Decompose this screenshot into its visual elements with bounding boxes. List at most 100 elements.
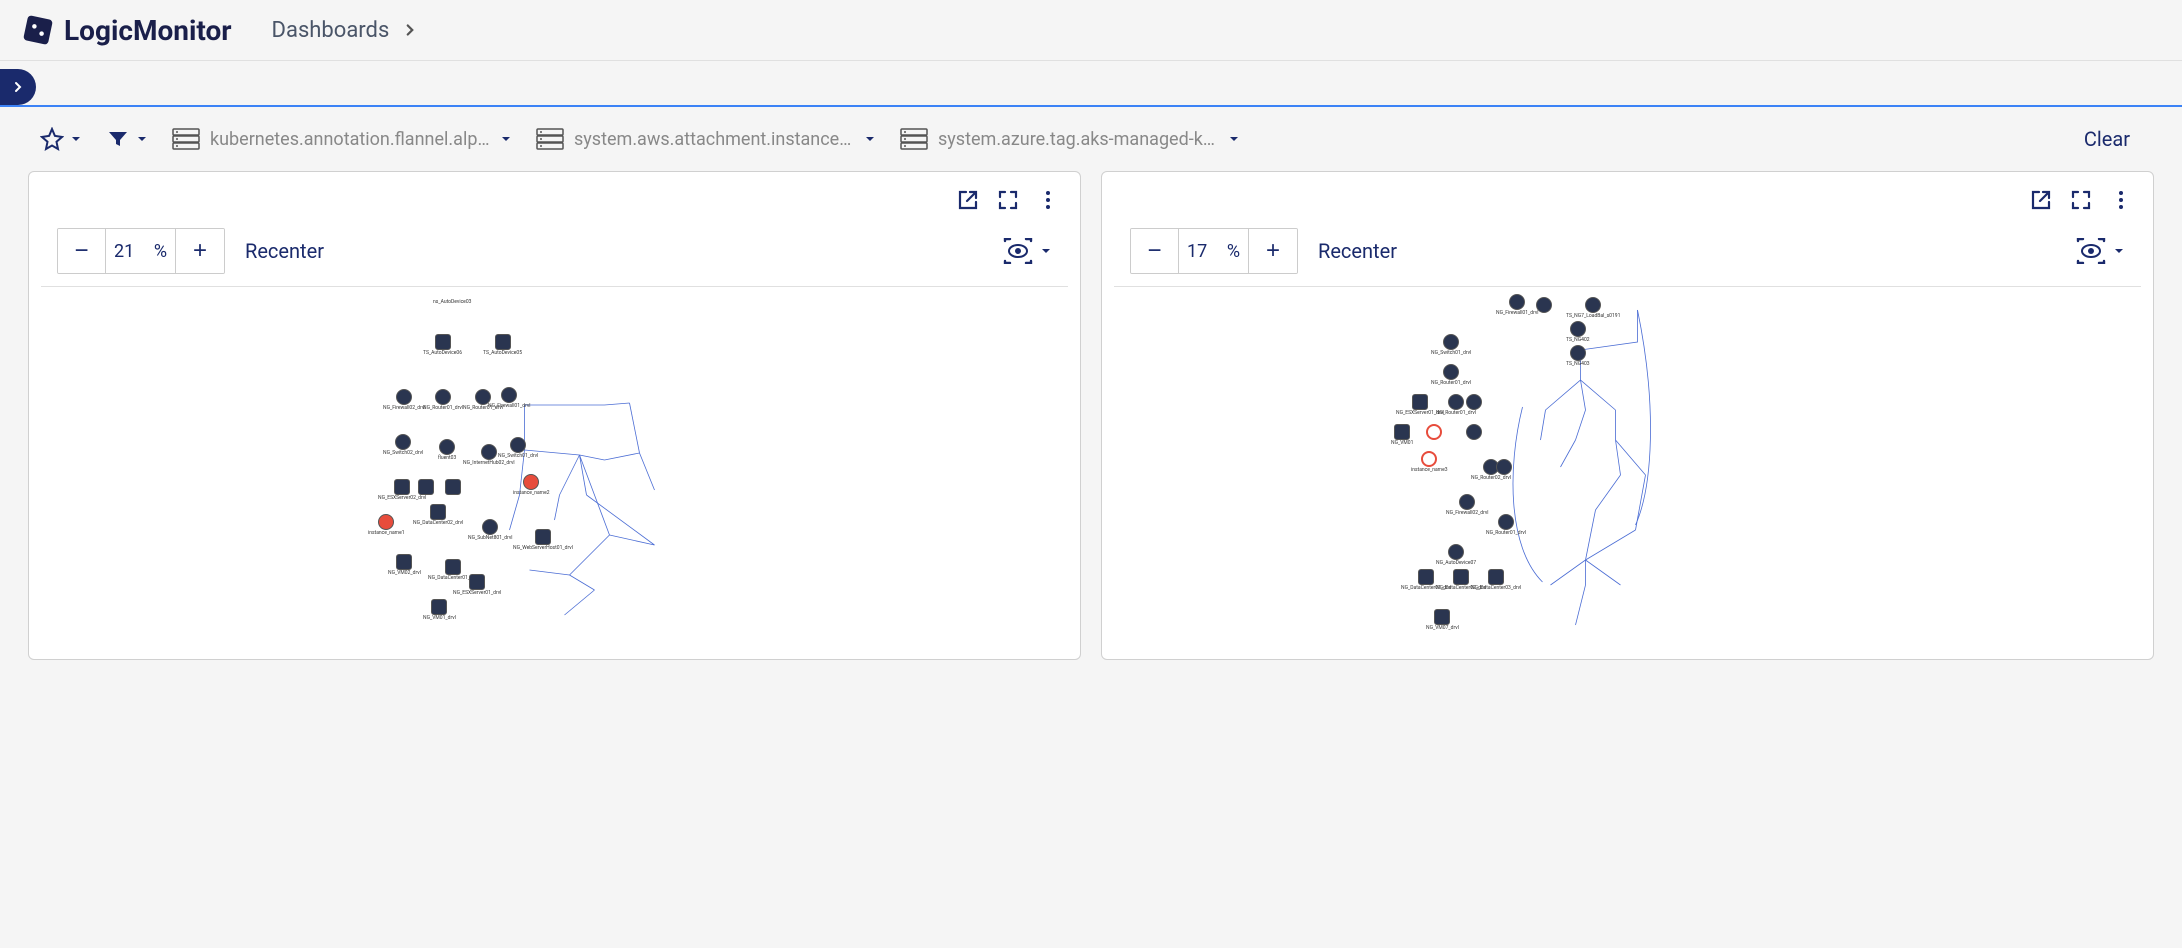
- topology-node[interactable]: instance_name1: [368, 514, 405, 536]
- logicmonitor-icon: [20, 12, 56, 48]
- more-icon[interactable]: [1036, 188, 1060, 212]
- brand-logo[interactable]: LogicMonitor: [20, 12, 232, 48]
- eye-focus-icon: [1002, 238, 1034, 264]
- filter-toolbar: kubernetes.annotation.flannel.alph... sy…: [0, 107, 2182, 171]
- topology-node[interactable]: [1496, 459, 1512, 475]
- open-external-icon[interactable]: [956, 188, 980, 212]
- node-label: NG_VM02_drvl: [388, 570, 421, 576]
- fullscreen-icon[interactable]: [996, 188, 1020, 212]
- topology-node[interactable]: NG_Switch02_drvl: [383, 434, 423, 456]
- filter-dropdown[interactable]: [106, 127, 148, 151]
- topology-node[interactable]: NG_AutoDevice07: [1436, 544, 1476, 566]
- node-label: NG_VM07_drvl: [1426, 625, 1459, 631]
- favorite-dropdown[interactable]: [40, 127, 82, 151]
- topology-node[interactable]: NG_Firewall02_drvl: [383, 389, 426, 411]
- caret-down-icon: [1228, 133, 1240, 145]
- topology-canvas[interactable]: NG_Firewall01_drvl TS_NG7_LoadBal_s0191 TS…: [1114, 287, 2141, 647]
- topology-node[interactable]: NG_WebServerHost01_drvl: [513, 529, 573, 551]
- node-label: NG_Switch01_drvl: [498, 453, 538, 459]
- filter-select-1[interactable]: kubernetes.annotation.flannel.alph...: [172, 128, 512, 150]
- filter-label: system.azure.tag.aks-managed-ku...: [938, 129, 1218, 150]
- topology-node[interactable]: ns_AutoDevice03: [433, 299, 471, 305]
- topology-node[interactable]: [1536, 297, 1552, 313]
- topology-node[interactable]: TS_AutoDevice06: [423, 334, 462, 356]
- topology-node[interactable]: NG_Router01_drvl: [423, 389, 463, 411]
- filter-select-2[interactable]: system.aws.attachment.instanceId:...: [536, 128, 876, 150]
- server-icon: [172, 128, 200, 150]
- breadcrumb[interactable]: Dashboards: [272, 18, 420, 43]
- zoom-out-button[interactable]: −: [58, 229, 106, 273]
- topology-node[interactable]: TS_AutoDevice05: [483, 334, 522, 356]
- open-external-icon[interactable]: [2029, 188, 2053, 212]
- node-label: TS_NG7_LoadBal_s0191: [1566, 313, 1620, 319]
- topology-node[interactable]: NG_SubNet801_drvl: [468, 519, 513, 541]
- topology-node[interactable]: instance_name2: [513, 474, 550, 496]
- breadcrumb-item[interactable]: Dashboards: [272, 18, 390, 43]
- topology-node[interactable]: NG_VM07_drvl: [1426, 609, 1459, 631]
- node-label: ns_AutoDevice03: [433, 299, 471, 305]
- zoom-out-button[interactable]: −: [1131, 229, 1179, 273]
- topology-panel-1: − 21 % + Recenter ns_AutoDevice03 TS_Auto…: [28, 171, 1081, 660]
- topology-node[interactable]: NG_Router01_drvl: [1486, 514, 1526, 536]
- topology-node[interactable]: NG_Switch01_drvl: [1431, 334, 1471, 356]
- topology-canvas[interactable]: ns_AutoDevice03 TS_AutoDevice06 TS_AutoDev…: [41, 287, 1068, 647]
- topology-node[interactable]: NG_VM01_drvl: [423, 599, 456, 621]
- zoom-control: − 17 % +: [1130, 228, 1298, 274]
- topology-node[interactable]: TS_NG7_LoadBal_s0191: [1566, 297, 1620, 319]
- node-label: NG_SubNet801_drvl: [468, 535, 513, 541]
- more-icon[interactable]: [2109, 188, 2133, 212]
- topology-node[interactable]: NG_Router01_drvl: [1431, 364, 1471, 386]
- server-icon: [900, 128, 928, 150]
- caret-down-icon: [2113, 245, 2125, 257]
- node-label: NG_InternetHub02_drvl: [463, 460, 515, 466]
- topology-node[interactable]: NG_Switch01_drvl: [498, 437, 538, 459]
- zoom-value[interactable]: 17 %: [1179, 229, 1249, 273]
- node-label: NG_Router02_drvl: [1471, 475, 1511, 481]
- recenter-button[interactable]: Recenter: [1318, 239, 1397, 263]
- zoom-in-button[interactable]: +: [176, 229, 224, 273]
- caret-down-icon: [500, 133, 512, 145]
- node-label: NG_Firewall01_drvl: [488, 403, 531, 409]
- fullscreen-icon[interactable]: [2069, 188, 2093, 212]
- topology-node[interactable]: NG_VM01: [1391, 424, 1413, 446]
- topology-node[interactable]: instance_name3: [1411, 451, 1448, 473]
- topology-node[interactable]: [1426, 424, 1442, 440]
- visibility-dropdown[interactable]: [1002, 238, 1052, 264]
- zoom-in-button[interactable]: +: [1249, 229, 1297, 273]
- topology-node[interactable]: [1466, 424, 1482, 440]
- topology-node[interactable]: NG_Firewall01_drvl: [488, 387, 531, 409]
- topology-node[interactable]: NG_VM02_drvl: [388, 554, 421, 576]
- topology-node[interactable]: TS_NG402: [1566, 321, 1590, 343]
- zoom-control: − 21 % +: [57, 228, 225, 274]
- recenter-button[interactable]: Recenter: [245, 239, 324, 263]
- clear-button[interactable]: Clear: [2072, 123, 2142, 155]
- node-label: NG_Router01_drvl: [423, 405, 463, 411]
- panel-controls: − 17 % + Recenter: [1114, 220, 2141, 287]
- panel-actions: [1114, 184, 2141, 220]
- topology-node[interactable]: NG_Firewall01_drvl: [1496, 294, 1539, 316]
- topology-node[interactable]: [418, 479, 434, 495]
- node-label: NG_ESXServer02_drvl: [378, 495, 426, 501]
- topology-node[interactable]: NG_DataCenter03_drvl: [1471, 569, 1521, 591]
- node-label: NG_Router01_drvl: [1486, 530, 1526, 536]
- sidebar-expand-button[interactable]: [0, 69, 36, 105]
- filter-select-3[interactable]: system.azure.tag.aks-managed-ku...: [900, 128, 1240, 150]
- node-label: TS_AutoDevice06: [423, 350, 462, 356]
- panel-actions: [41, 184, 1068, 220]
- server-icon: [536, 128, 564, 150]
- topology-node[interactable]: NG_DataCenter02_drvl: [413, 504, 463, 526]
- zoom-value[interactable]: 21 %: [106, 229, 176, 273]
- caret-down-icon: [1040, 245, 1052, 257]
- topology-node[interactable]: NG_ESXServer01_drvl: [453, 574, 501, 596]
- topology-node[interactable]: NG_Firewall02_drvl: [1446, 494, 1489, 516]
- topology-node[interactable]: fluent03: [438, 439, 456, 461]
- dashboard-panels: − 21 % + Recenter ns_AutoDevice03 TS_Auto…: [0, 171, 2182, 680]
- panel-controls: − 21 % + Recenter: [41, 220, 1068, 287]
- topology-node[interactable]: TS_NG403: [1566, 345, 1590, 367]
- visibility-dropdown[interactable]: [2075, 238, 2125, 264]
- topology-node[interactable]: [1466, 394, 1482, 410]
- filter-label: kubernetes.annotation.flannel.alph...: [210, 129, 490, 150]
- topology-node[interactable]: [445, 479, 461, 495]
- node-label: TS_NG403: [1566, 361, 1590, 367]
- node-label: fluent03: [438, 455, 456, 461]
